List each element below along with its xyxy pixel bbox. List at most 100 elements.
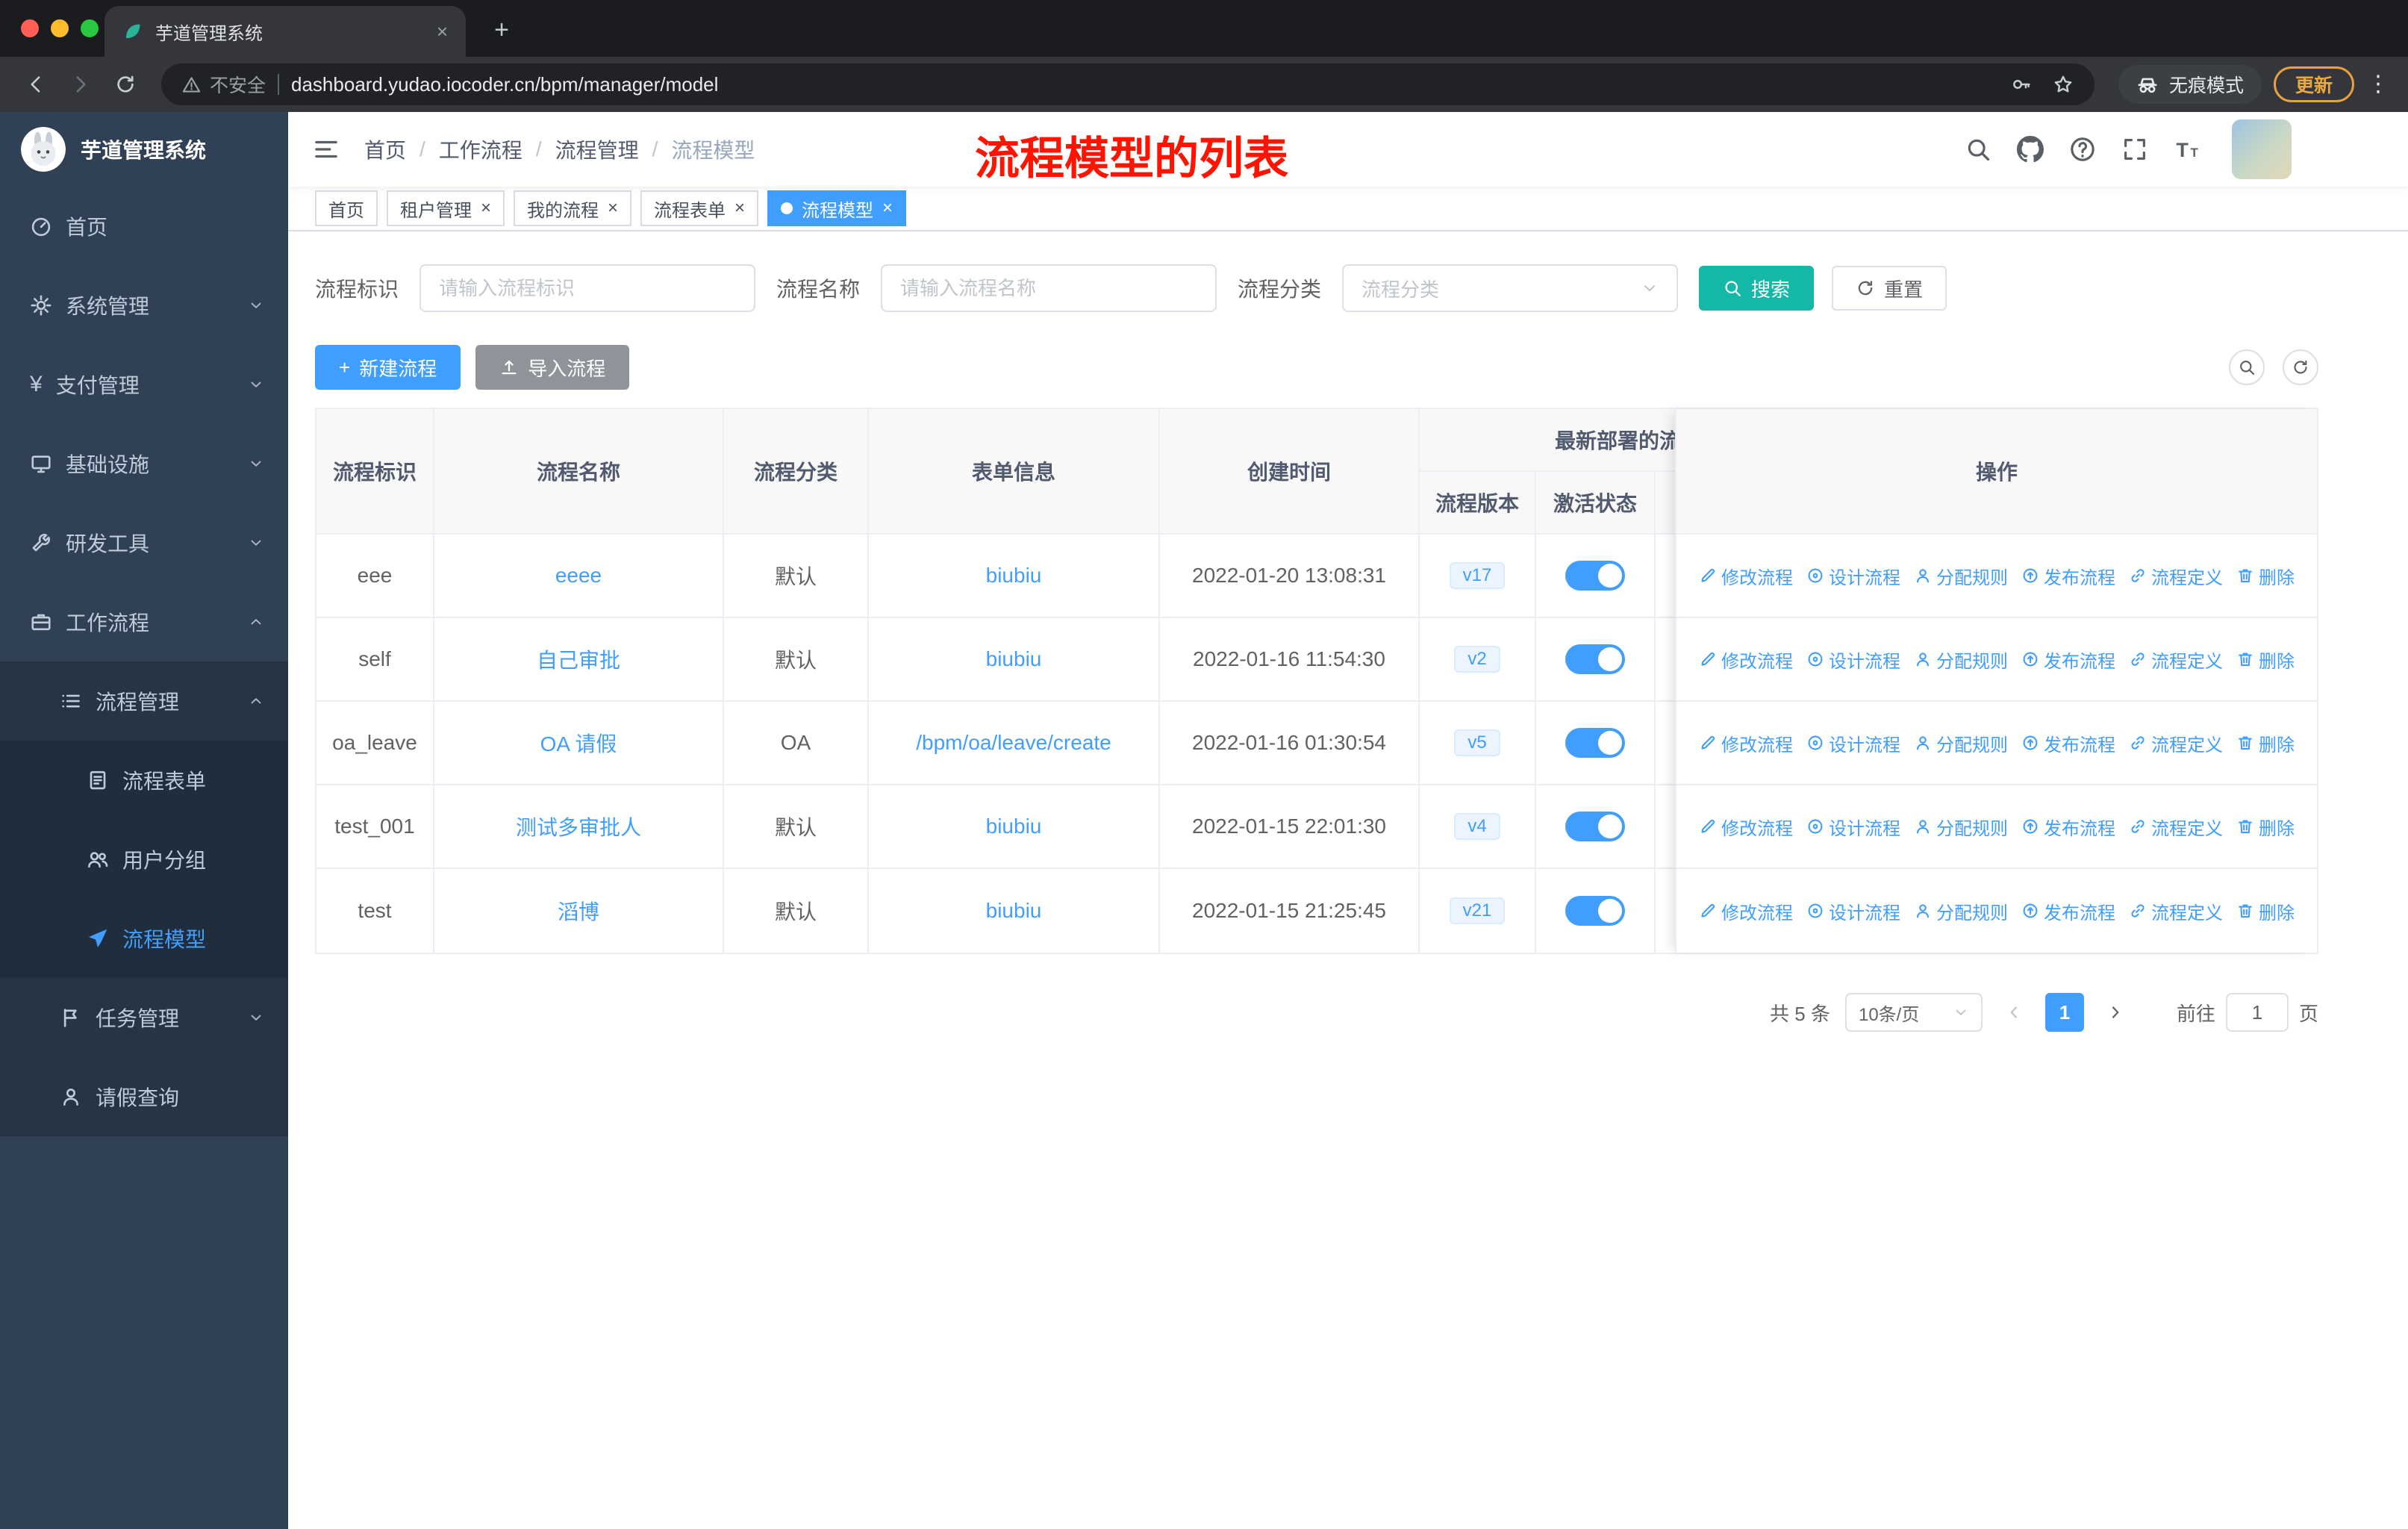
password-key-icon[interactable] <box>2011 74 2032 95</box>
sidebar-item-dev-tools[interactable]: 研发工具 <box>0 503 288 582</box>
form-info-link[interactable]: /bpm/oa/leave/create <box>916 731 1111 755</box>
fullscreen-icon[interactable] <box>2121 136 2148 163</box>
window-zoom-button[interactable] <box>81 19 99 37</box>
action-design-link[interactable]: 设计流程 <box>1806 898 1900 924</box>
search-button[interactable]: 搜索 <box>1699 266 1815 311</box>
bookmark-star-icon[interactable] <box>2053 74 2074 95</box>
window-minimize-button[interactable] <box>51 19 69 37</box>
breadcrumb-item[interactable]: 工作流程 <box>439 134 523 164</box>
process-name-input[interactable] <box>881 264 1217 312</box>
reset-button[interactable]: 重置 <box>1832 266 1947 311</box>
sidebar-item-payment[interactable]: ¥ 支付管理 <box>0 345 288 424</box>
process-name-link[interactable]: eeee <box>555 564 602 588</box>
action-edit-link[interactable]: 修改流程 <box>1699 730 1793 756</box>
action-edit-link[interactable]: 修改流程 <box>1699 647 1793 673</box>
window-close-button[interactable] <box>21 19 39 37</box>
action-assign-user-link[interactable]: 分配规则 <box>1914 814 2008 840</box>
breadcrumb-item[interactable]: 流程管理 <box>555 134 639 164</box>
form-info-link[interactable]: biubiu <box>986 899 1042 923</box>
action-design-link[interactable]: 设计流程 <box>1806 647 1900 673</box>
tags-view-item[interactable]: 我的流程 × <box>514 190 632 226</box>
action-publish-link[interactable]: 发布流程 <box>2021 730 2115 756</box>
sidebar-item-task-management[interactable]: 任务管理 <box>0 978 288 1057</box>
action-edit-link[interactable]: 修改流程 <box>1699 898 1793 924</box>
action-trash-link[interactable]: 删除 <box>2236 814 2295 840</box>
sidebar-item-process-form[interactable]: 流程表单 <box>0 741 288 820</box>
goto-page-input[interactable] <box>2225 993 2289 1032</box>
close-icon[interactable]: × <box>734 198 745 219</box>
tags-view-item[interactable]: 流程模型 × <box>767 190 907 226</box>
browser-tab[interactable]: 芋道管理系统 × <box>105 6 466 57</box>
active-toggle[interactable] <box>1565 644 1625 674</box>
app-logo[interactable]: 芋道管理系统 <box>0 112 288 187</box>
form-info-link[interactable]: biubiu <box>986 815 1042 838</box>
action-assign-user-link[interactable]: 分配规则 <box>1914 647 2008 673</box>
tags-view-item[interactable]: 租户管理 × <box>387 190 505 226</box>
sidebar-item-workflow[interactable]: 工作流程 <box>0 582 288 661</box>
category-select[interactable]: 流程分类 <box>1342 264 1679 312</box>
action-link-link[interactable]: 流程定义 <box>2129 898 2223 924</box>
action-link-link[interactable]: 流程定义 <box>2129 730 2223 756</box>
import-process-button[interactable]: 导入流程 <box>475 345 630 390</box>
user-avatar[interactable] <box>2232 119 2292 179</box>
tags-view-item[interactable]: 首页 <box>315 190 378 226</box>
tab-close-icon[interactable]: × <box>437 22 448 41</box>
next-page-button[interactable] <box>2099 993 2132 1032</box>
active-toggle[interactable] <box>1565 728 1625 758</box>
process-name-link[interactable]: 自己审批 <box>537 644 620 674</box>
process-name-link[interactable]: OA 请假 <box>540 728 617 758</box>
sidebar-item-leave-query[interactable]: 请假查询 <box>0 1057 288 1136</box>
action-trash-link[interactable]: 删除 <box>2236 898 2295 924</box>
create-process-button[interactable]: + 新建流程 <box>315 345 461 390</box>
action-assign-user-link[interactable]: 分配规则 <box>1914 730 2008 756</box>
refresh-table-button[interactable] <box>2283 349 2318 385</box>
action-edit-link[interactable]: 修改流程 <box>1699 814 1793 840</box>
process-name-link[interactable]: 滔博 <box>558 896 599 926</box>
sidebar-item-process-management[interactable]: 流程管理 <box>0 661 288 741</box>
action-assign-user-link[interactable]: 分配规则 <box>1914 898 2008 924</box>
breadcrumb-item[interactable]: 首页 <box>364 134 406 164</box>
action-design-link[interactable]: 设计流程 <box>1806 730 1900 756</box>
close-icon[interactable]: × <box>481 198 491 219</box>
action-publish-link[interactable]: 发布流程 <box>2021 563 2115 589</box>
sidebar-item-process-model[interactable]: 流程模型 <box>0 899 288 978</box>
active-toggle[interactable] <box>1565 561 1625 591</box>
action-publish-link[interactable]: 发布流程 <box>2021 898 2115 924</box>
browser-update-button[interactable]: 更新 <box>2273 66 2354 102</box>
action-link-link[interactable]: 流程定义 <box>2129 563 2223 589</box>
action-trash-link[interactable]: 删除 <box>2236 647 2295 673</box>
close-icon[interactable]: × <box>882 198 893 219</box>
sidebar-item-infrastructure[interactable]: 基础设施 <box>0 424 288 503</box>
hamburger-icon[interactable] <box>312 135 340 164</box>
help-icon[interactable] <box>2069 136 2096 163</box>
address-bar[interactable]: 不安全 dashboard.yudao.iocoder.cn/bpm/manag… <box>161 63 2094 105</box>
action-publish-link[interactable]: 发布流程 <box>2021 647 2115 673</box>
action-trash-link[interactable]: 删除 <box>2236 730 2295 756</box>
github-icon[interactable] <box>2017 136 2044 163</box>
action-trash-link[interactable]: 删除 <box>2236 563 2295 589</box>
forward-icon[interactable] <box>60 63 102 105</box>
action-publish-link[interactable]: 发布流程 <box>2021 814 2115 840</box>
sidebar-item-system[interactable]: 系统管理 <box>0 266 288 345</box>
prev-page-button[interactable] <box>1997 993 2030 1032</box>
action-edit-link[interactable]: 修改流程 <box>1699 563 1793 589</box>
browser-menu-icon[interactable]: ⋮ <box>2363 73 2393 96</box>
form-info-link[interactable]: biubiu <box>986 647 1042 671</box>
sidebar-item-home[interactable]: 首页 <box>0 187 288 266</box>
back-icon[interactable] <box>15 63 57 105</box>
active-toggle[interactable] <box>1565 896 1625 926</box>
font-size-icon[interactable]: TT <box>2174 136 2200 163</box>
process-name-link[interactable]: 测试多审批人 <box>516 812 641 841</box>
security-chip[interactable]: 不安全 <box>182 71 266 98</box>
page-size-select[interactable]: 10条/页 <box>1844 993 1983 1032</box>
process-id-input[interactable] <box>419 264 756 312</box>
current-page-button[interactable]: 1 <box>2044 993 2084 1032</box>
new-tab-button[interactable]: + <box>487 16 517 45</box>
close-icon[interactable]: × <box>608 198 618 219</box>
action-link-link[interactable]: 流程定义 <box>2129 647 2223 673</box>
search-icon[interactable] <box>1965 136 1991 163</box>
form-info-link[interactable]: biubiu <box>986 564 1042 588</box>
reload-icon[interactable] <box>105 63 146 105</box>
action-assign-user-link[interactable]: 分配规则 <box>1914 563 2008 589</box>
sidebar-item-user-group[interactable]: 用户分组 <box>0 820 288 899</box>
